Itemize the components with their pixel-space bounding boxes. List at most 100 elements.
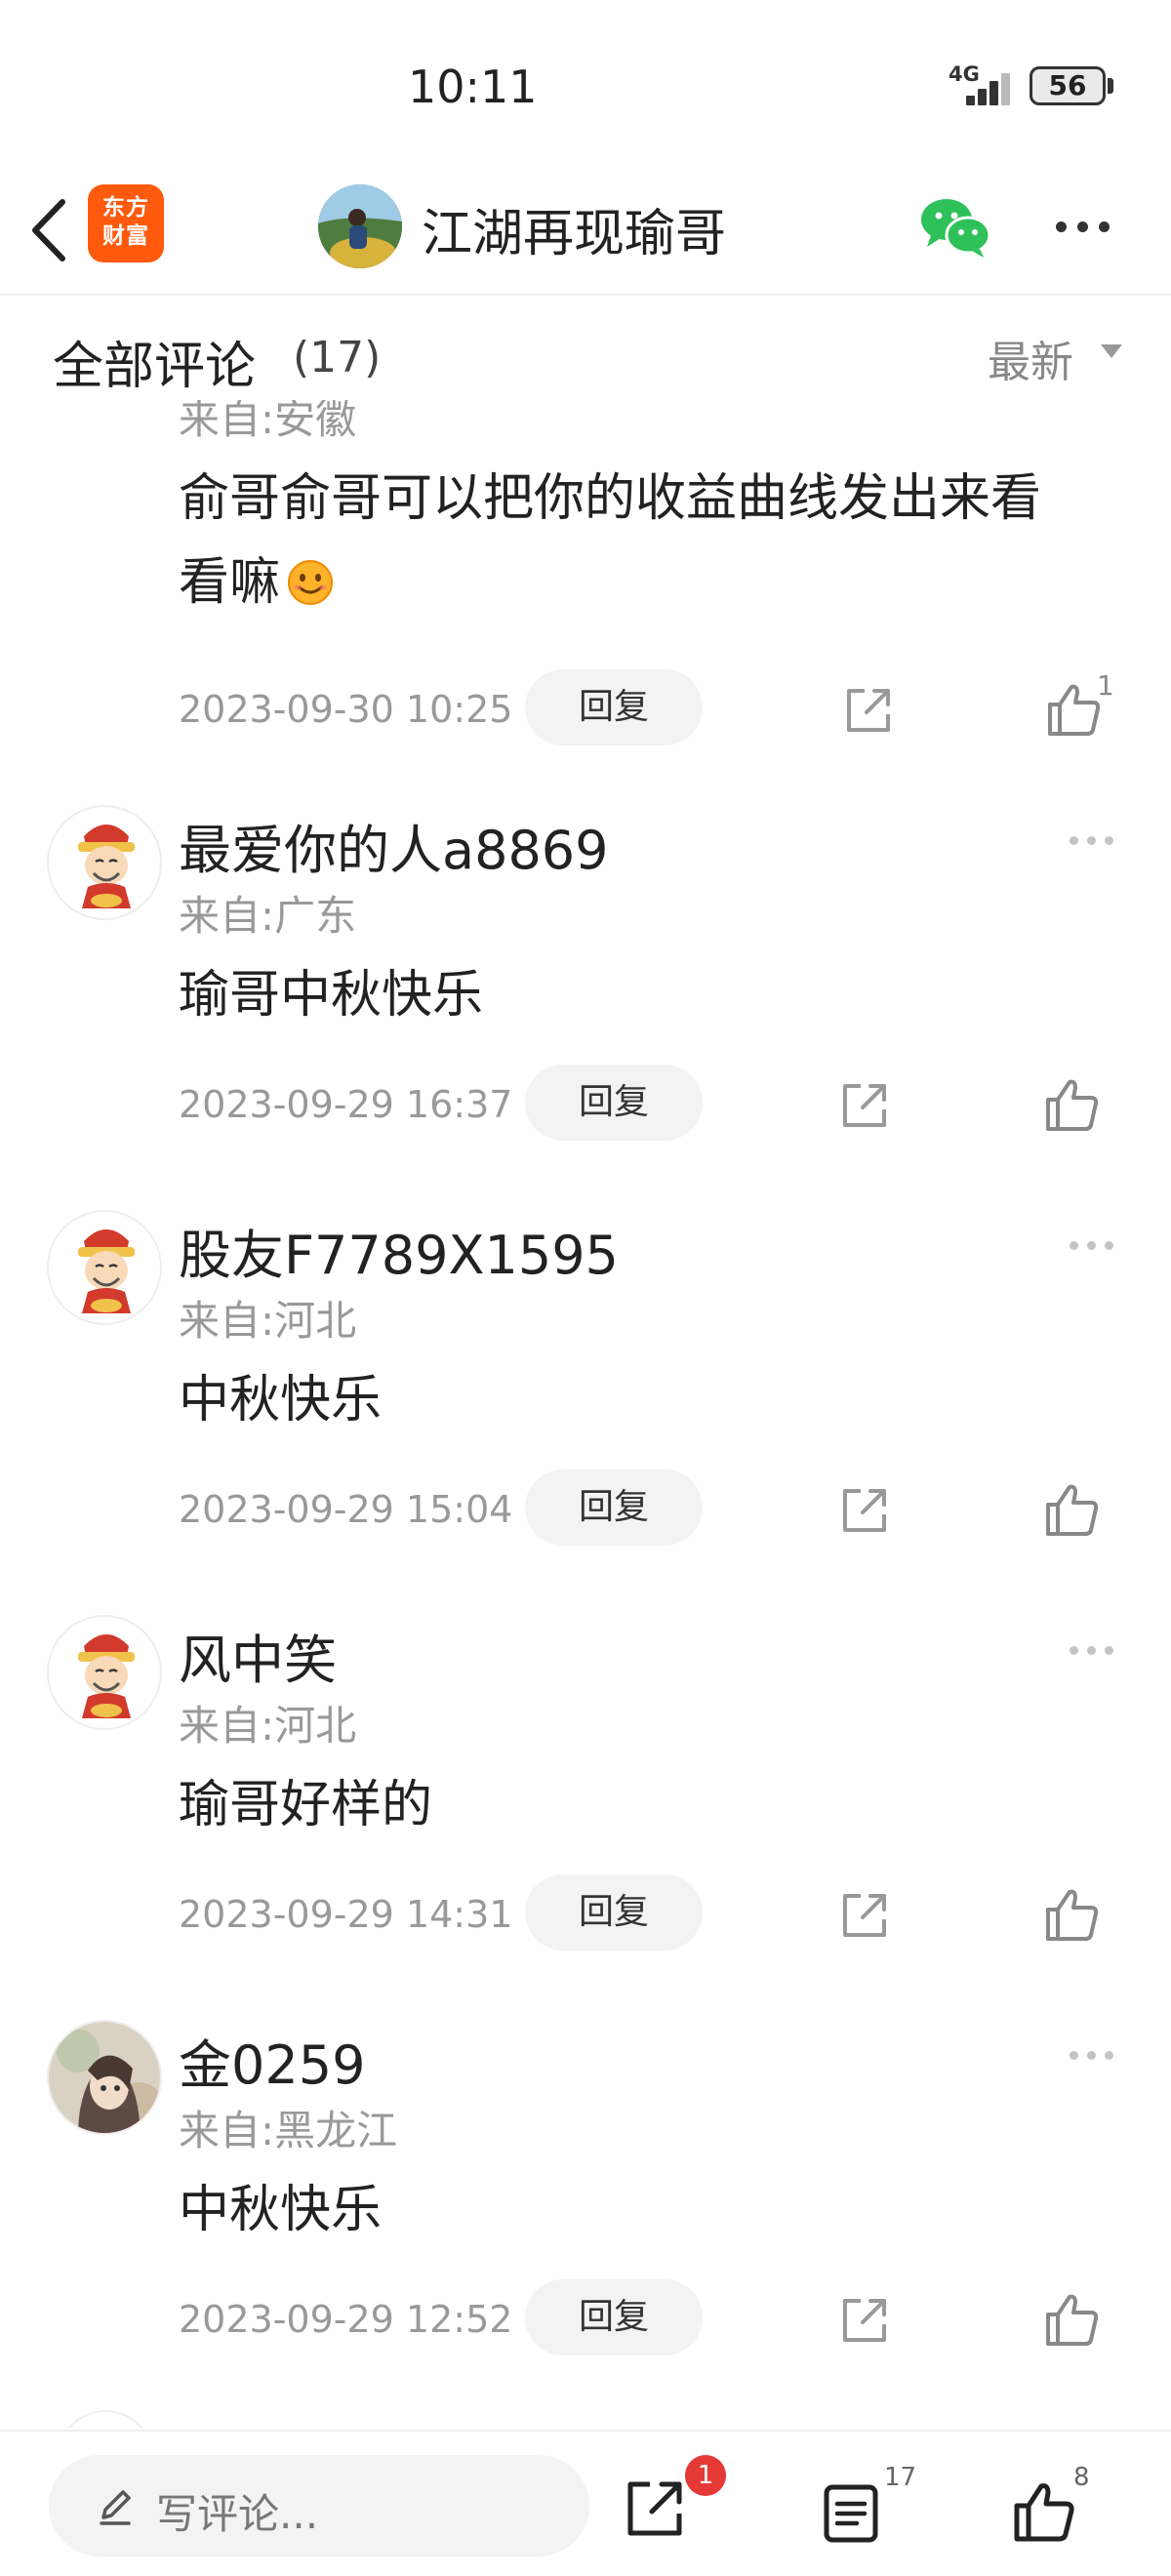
user-name[interactable]: 股友F7789X1595 — [179, 1212, 619, 1289]
like-button[interactable] — [1042, 1076, 1103, 1135]
more-button[interactable] — [1056, 212, 1118, 241]
like-button[interactable] — [1042, 1886, 1103, 1945]
status-bar: 10:11 4G 56 — [0, 0, 1171, 171]
share-button[interactable] — [837, 1888, 892, 1943]
share-button[interactable] — [623, 2476, 687, 2541]
comment-list[interactable]: 来自:安徽 俞哥俞哥可以把你的收益曲线发出来看 看嘛 2023-09-30 10… — [0, 400, 1171, 2428]
app-logo[interactable]: 东方 财富 — [88, 184, 164, 262]
comments-button[interactable] — [822, 2482, 880, 2545]
status-time: 10:11 — [408, 60, 538, 113]
comment-text: 瑜哥好样的 — [179, 1776, 433, 1834]
comment-text: 中秋快乐 — [179, 2181, 383, 2239]
thumbs-up-icon — [1046, 1079, 1099, 1131]
comment-item: 股友F7789X1595 来自:河北 中秋快乐 2023-09-29 15:04… — [0, 1190, 1171, 1595]
wechat-icon — [921, 199, 991, 258]
comments-count: (17) — [293, 333, 382, 382]
comment-item: 风中笑 来自:河北 瑜哥好样的 2023-09-29 14:31 回复 — [0, 1595, 1171, 2000]
comment-text-line1: 俞哥俞哥可以把你的收益曲线发出来看 — [179, 469, 1042, 528]
signal-icon — [952, 64, 1015, 105]
more-icon — [1070, 1640, 1124, 1660]
comment-text-line2: 看嘛 — [179, 541, 1041, 624]
author-avatar[interactable] — [318, 184, 402, 268]
battery-icon: 56 — [1030, 66, 1106, 105]
write-comment-input[interactable]: 写评论... — [49, 2455, 589, 2556]
share-icon — [627, 2481, 682, 2536]
reply-button[interactable]: 回复 — [525, 1874, 703, 1951]
sort-button[interactable]: 最新 — [988, 327, 1073, 389]
write-comment-placeholder: 写评论... — [156, 2490, 319, 2538]
back-button[interactable] — [18, 188, 90, 272]
caret-down-icon[interactable] — [1101, 344, 1122, 358]
share-button[interactable] — [837, 1078, 892, 1133]
comment-time: 2023-09-29 14:31 — [179, 1893, 513, 1936]
bottom-bar: 写评论... 1 17 8 — [0, 2430, 1171, 2576]
share-icon — [843, 1084, 886, 1127]
comment-text: 俞哥俞哥可以把你的收益曲线发出来看 看嘛 — [179, 457, 1041, 624]
next-avatar-peek — [57, 2410, 154, 2428]
reply-button[interactable]: 回复 — [525, 1469, 703, 1546]
thumbs-up-icon — [1046, 2294, 1099, 2346]
comment-region: 来自:河北 — [179, 1702, 357, 1750]
reply-button[interactable]: 回复 — [525, 669, 703, 745]
comment-time: 2023-09-29 15:04 — [179, 1488, 513, 1531]
share-badge: 1 — [685, 2455, 726, 2496]
like-button[interactable] — [1042, 1481, 1103, 1540]
comment-region: 来自:安徽 — [179, 400, 357, 443]
more-icon — [1056, 212, 1118, 241]
reply-button[interactable]: 回复 — [525, 2279, 703, 2355]
pencil-icon — [100, 2490, 131, 2525]
god-of-wealth-avatar-icon — [78, 825, 135, 908]
user-avatar[interactable] — [47, 2020, 162, 2135]
nav-bar: 东方 财富 江湖再现瑜哥 — [0, 171, 1171, 296]
share-icon — [843, 1489, 886, 1532]
like-count: 1 — [1097, 669, 1114, 702]
comment-time: 2023-09-30 10:25 — [179, 688, 513, 731]
share-button[interactable] — [837, 1483, 892, 1538]
comment-region: 来自:广东 — [179, 892, 357, 940]
comment-item: 最爱你的人a8869 来自:广东 瑜哥中秋快乐 2023-09-29 16:37… — [0, 785, 1171, 1190]
thumbs-up-icon — [1046, 1889, 1099, 1941]
comments-title: 全部评论 — [53, 338, 257, 396]
battery-tip — [1108, 78, 1113, 94]
comment-region: 来自:河北 — [179, 1297, 357, 1345]
share-button[interactable] — [841, 683, 896, 738]
comment-more-button[interactable] — [1070, 1640, 1124, 1660]
like-count: 8 — [1073, 2463, 1090, 2492]
more-icon — [1070, 830, 1124, 850]
comment-list-icon — [824, 2484, 878, 2543]
comments-header: 全部评论 (17) 最新 — [0, 298, 1171, 400]
user-avatar[interactable] — [47, 1210, 162, 1325]
comment-more-button[interactable] — [1070, 830, 1124, 850]
comment-time: 2023-09-29 12:52 — [179, 2298, 513, 2341]
like-button[interactable] — [1042, 2291, 1103, 2350]
like-article-button[interactable] — [1011, 2480, 1077, 2545]
user-avatar[interactable] — [47, 1615, 162, 1730]
share-icon — [843, 1894, 886, 1937]
comment-more-button[interactable] — [1070, 2045, 1124, 2065]
user-name[interactable]: 金0259 — [179, 2022, 365, 2099]
chevron-left-icon — [32, 199, 65, 262]
reply-button[interactable]: 回复 — [525, 1065, 703, 1141]
user-avatar[interactable] — [47, 805, 162, 920]
like-button[interactable] — [1044, 681, 1105, 740]
thumbs-up-icon — [1046, 1484, 1099, 1536]
user-name[interactable]: 风中笑 — [179, 1617, 337, 1694]
anime-avatar-icon — [49, 2022, 160, 2133]
more-icon — [1070, 1235, 1124, 1255]
god-of-wealth-avatar-icon — [78, 1229, 135, 1313]
comment-text: 中秋快乐 — [179, 1371, 383, 1429]
comment-text-line2-label: 看嘛 — [179, 553, 281, 612]
share-icon — [843, 2299, 886, 2342]
comment-count: 17 — [884, 2463, 917, 2492]
user-name[interactable]: 最爱你的人a8869 — [179, 807, 609, 884]
avatar-photo — [318, 184, 402, 268]
comment-text: 瑜哥中秋快乐 — [179, 966, 484, 1025]
share-icon — [847, 689, 890, 732]
thumbs-up-icon — [1014, 2483, 1074, 2542]
more-icon — [1070, 2045, 1124, 2065]
comment-more-button[interactable] — [1070, 1235, 1124, 1255]
comment-time: 2023-09-29 16:37 — [179, 1083, 513, 1126]
share-button[interactable] — [837, 2293, 892, 2348]
wechat-share-button[interactable] — [917, 192, 991, 261]
smile-emoji-icon — [288, 560, 334, 605]
